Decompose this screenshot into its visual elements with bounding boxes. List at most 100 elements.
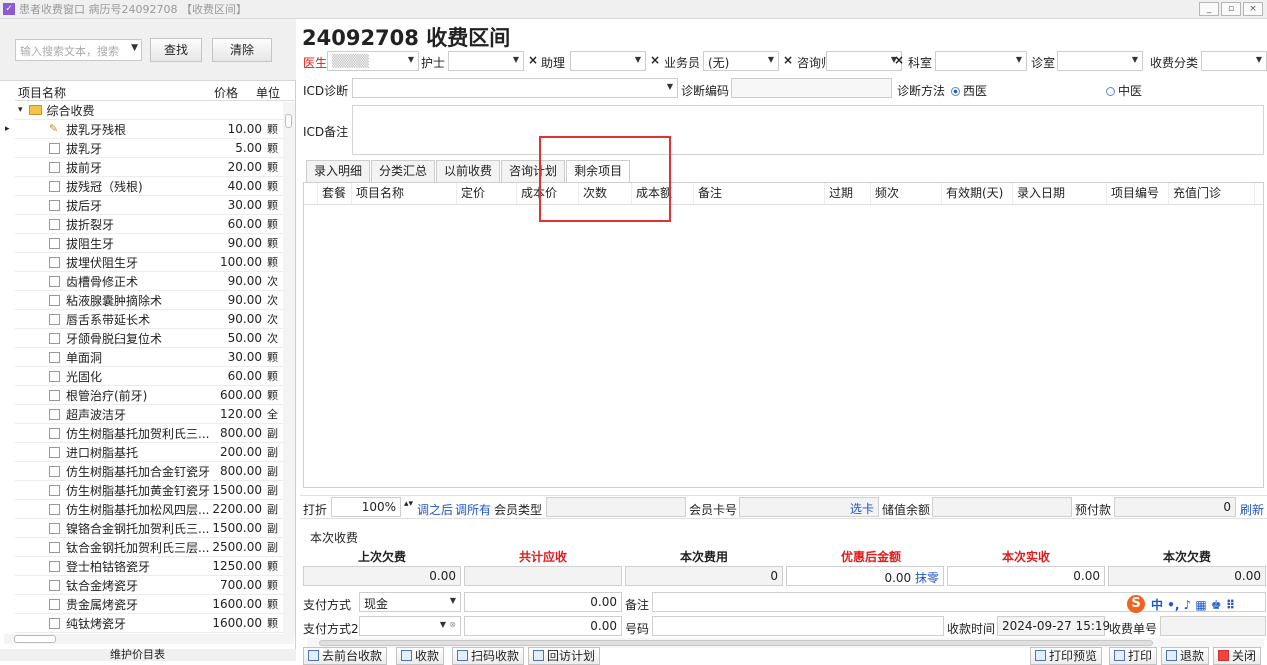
refresh-link[interactable]: 刷新 (1240, 501, 1264, 518)
select-card-button[interactable]: 选卡 (850, 502, 874, 516)
list-item[interactable]: 粘液腺囊肿摘除术 90.00 次 (15, 291, 285, 310)
checkbox-icon[interactable] (49, 617, 60, 629)
adjust-all-link[interactable]: 调所有 (455, 501, 491, 518)
col-price[interactable]: 价格 (211, 82, 253, 100)
checkbox-icon[interactable] (49, 332, 60, 344)
ime-toolbar[interactable]: S 中 •, ♪ ▦ ♚ ⠿ (1127, 595, 1235, 613)
checkbox-icon[interactable] (49, 218, 60, 230)
radio-checked-icon[interactable] (951, 87, 960, 96)
checkbox-icon[interactable] (49, 427, 60, 439)
list-item[interactable]: 牙颌骨脱臼复位术 50.00 次 (15, 329, 285, 348)
discount-spin-icon[interactable]: ▴▾ (404, 499, 413, 509)
col-frequency[interactable]: 频次 (871, 183, 942, 204)
last-owed-field[interactable]: 0.00 (303, 566, 461, 586)
tab-previous-charges[interactable]: 以前收费 (436, 160, 501, 182)
tab-entry-detail[interactable]: 录入明细 (306, 160, 371, 182)
checkbox-icon[interactable] (49, 237, 60, 249)
checkbox-icon[interactable] (49, 370, 60, 382)
checkbox-icon[interactable] (49, 180, 60, 192)
tree-group[interactable]: ▾ 综合收费 (15, 101, 285, 120)
clear-salesman-icon[interactable]: × (783, 53, 793, 67)
checkbox-icon[interactable] (49, 275, 60, 287)
tab-category-summary[interactable]: 分类汇总 (371, 160, 436, 182)
discounted-field[interactable]: 0.00 抹零 (786, 566, 944, 586)
consultant-select[interactable]: ▼ (826, 51, 902, 71)
balance-field[interactable] (932, 497, 1072, 517)
col-list-price[interactable]: 定价 (457, 183, 517, 204)
clear-consultant-icon[interactable]: × (894, 53, 904, 67)
icd-code-field[interactable] (731, 78, 892, 98)
method2-select[interactable]: ▼ ⊗ (359, 616, 461, 636)
search-input[interactable]: 输入搜索文本，搜索 ▼ (15, 39, 142, 61)
ime-status[interactable]: 中 •, ♪ ▦ ♚ ⠿ (1151, 596, 1235, 613)
list-item[interactable]: 仿生树脂基托加贺利氏三... 800.00 副 (15, 424, 285, 443)
list-item[interactable]: 超声波洁牙 120.00 全 (15, 405, 285, 424)
checkbox-icon[interactable] (49, 142, 60, 154)
checkbox-icon[interactable] (49, 598, 60, 610)
checkbox-icon[interactable] (49, 256, 60, 268)
col-recharge-clinic[interactable]: 充值门诊 (1169, 183, 1255, 204)
front-desk-button[interactable]: 去前台收款 (303, 647, 388, 665)
checkbox-icon[interactable] (49, 503, 60, 515)
checkbox-icon[interactable] (49, 161, 60, 173)
adjust-after-link[interactable]: 调之后 (417, 501, 453, 518)
list-item[interactable]: 仿生树脂基托加黄金钉瓷牙 1500.00 副 (15, 481, 285, 500)
owed-field[interactable]: 0.00 (1108, 566, 1266, 586)
radio-unchecked-icon[interactable] (1106, 87, 1115, 96)
list-item[interactable]: 纯钛烤瓷牙 1600.00 颗 (15, 614, 285, 633)
member-card-field[interactable]: 选卡 (739, 497, 879, 517)
chevron-down-icon[interactable]: ▼ (131, 43, 138, 53)
close-window-button[interactable]: × (1243, 2, 1263, 16)
checkbox-icon[interactable] (49, 294, 60, 306)
assistant-select[interactable]: ▼ (570, 51, 646, 71)
checkbox-icon[interactable] (49, 579, 60, 591)
salesman-select[interactable]: (无) ▼ (703, 51, 779, 71)
print-button[interactable]: 打印 (1109, 647, 1158, 665)
list-item[interactable]: 登士柏钴铬瓷牙 1250.00 颗 (15, 557, 285, 576)
find-button[interactable]: 查找 (150, 38, 202, 62)
list-item[interactable]: 钛合金烤瓷牙 700.00 颗 (15, 576, 285, 595)
col-note[interactable]: 备注 (694, 183, 825, 204)
checkbox-icon[interactable] (49, 484, 60, 496)
clear-button[interactable]: 清除 (212, 38, 272, 62)
receipt-field[interactable] (1160, 616, 1266, 636)
list-item[interactable]: 根管治疗(前牙) 600.00 颗 (15, 386, 285, 405)
col-entry-date[interactable]: 录入日期 (1013, 183, 1107, 204)
list-item[interactable]: 仿生树脂基托加松风四层... 2200.00 副 (15, 500, 285, 519)
collect-button[interactable]: 收款 (396, 647, 445, 665)
prepay-field[interactable]: 0 (1114, 497, 1236, 517)
col-item-code[interactable]: 项目编号 (1107, 183, 1169, 204)
icd-note-field[interactable] (352, 105, 1264, 155)
restore-button[interactable]: ▫ (1221, 2, 1241, 16)
list-item[interactable]: 钛合金钢托加贺利氏三层... 2500.00 副 (15, 538, 285, 557)
clear-nurse-icon[interactable]: × (528, 53, 538, 67)
list-item[interactable]: 拔乳牙 5.00 颗 (15, 139, 285, 158)
col-validity[interactable]: 有效期(天) (942, 183, 1013, 204)
checkbox-icon[interactable] (49, 408, 60, 420)
edit-pencil-icon[interactable]: ✎ (49, 123, 61, 135)
list-item[interactable]: 仿生树脂基托加合金钉瓷牙 800.00 副 (15, 462, 285, 481)
ime-logo-icon[interactable]: S (1127, 595, 1145, 613)
minimize-button[interactable]: _ (1199, 2, 1219, 16)
list-item[interactable]: 拔埋伏阻生牙 100.00 颗 (15, 253, 285, 272)
clear-assistant-icon[interactable]: × (650, 53, 660, 67)
item-list-scrollbar[interactable] (283, 102, 295, 637)
method1-amount-field[interactable]: 0.00 (464, 592, 622, 612)
col-expired[interactable]: 过期 (825, 183, 871, 204)
col-name[interactable]: 项目名称 (352, 183, 457, 204)
list-item[interactable]: 拔后牙 30.00 颗 (15, 196, 285, 215)
method-western-radio[interactable]: 西医 (951, 82, 987, 99)
list-item[interactable]: 拔残冠（残根) 40.00 颗 (15, 177, 285, 196)
follow-up-button[interactable]: 回访计划 (528, 647, 601, 665)
checkbox-icon[interactable] (49, 313, 60, 325)
list-item[interactable]: 光固化 60.00 颗 (15, 367, 285, 386)
scan-collect-button[interactable]: 扫码收款 (452, 647, 525, 665)
list-item[interactable]: ✎ 拔乳牙残根 10.00 颗 (15, 120, 285, 139)
list-item[interactable]: 进口树脂基托 200.00 副 (15, 443, 285, 462)
checkbox-icon[interactable] (49, 560, 60, 572)
list-item[interactable]: 单面洞 30.00 颗 (15, 348, 285, 367)
checkbox-icon[interactable] (49, 522, 60, 534)
number-field[interactable] (652, 616, 944, 636)
room-select[interactable]: ▼ (1057, 51, 1143, 71)
checkbox-icon[interactable] (49, 351, 60, 363)
